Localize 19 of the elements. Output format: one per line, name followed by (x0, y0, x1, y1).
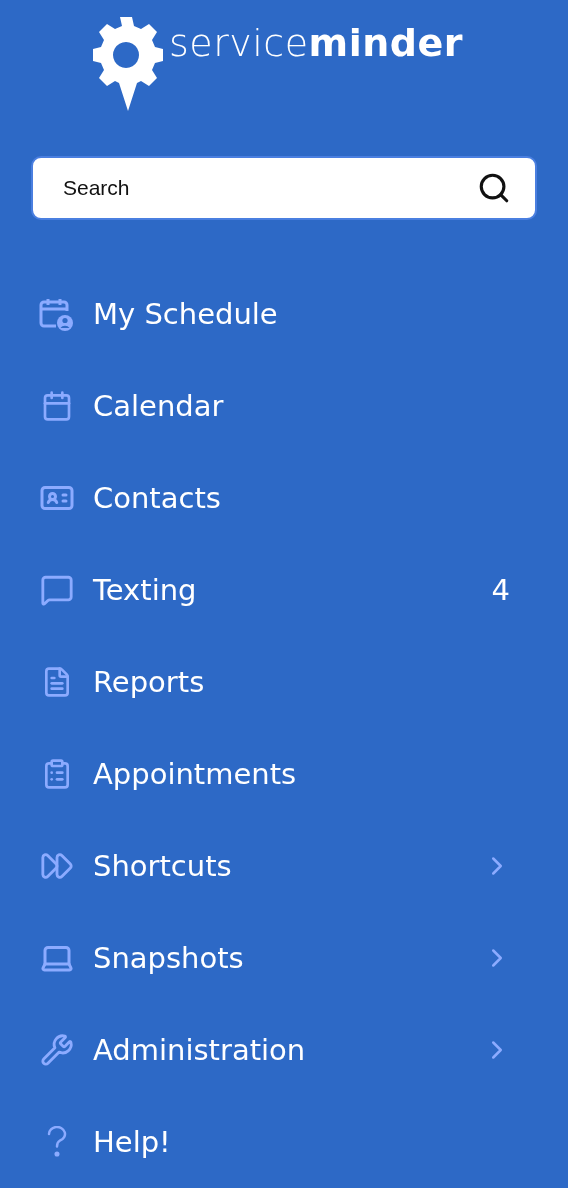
wrench-icon (40, 1033, 74, 1067)
menu-item[interactable]: Texting 4 (0, 544, 568, 636)
menu-item[interactable]: Calendar (0, 360, 568, 452)
menu-item[interactable]: Administration (0, 1004, 568, 1096)
search-input[interactable]: Search (61, 174, 477, 201)
search-bar[interactable]: Search (31, 155, 537, 220)
menu-item[interactable]: Help! (0, 1096, 568, 1188)
question-mark-icon (46, 1126, 68, 1158)
calendar-icon (41, 390, 73, 422)
menu-item[interactable]: Contacts (0, 452, 568, 544)
logo-wordmark: serviceminder (169, 21, 463, 66)
unread-count: 4 (491, 573, 510, 607)
chat-bubble-icon (40, 573, 74, 607)
menu-item[interactable]: Shortcuts (0, 820, 568, 912)
schedule-icon (38, 296, 76, 332)
menu-item[interactable]: Appointments (0, 728, 568, 820)
menu-item[interactable]: Reports (0, 636, 568, 728)
menu-item[interactable]: Snapshots (0, 912, 568, 1004)
menu-item[interactable]: My Schedule (0, 268, 568, 360)
